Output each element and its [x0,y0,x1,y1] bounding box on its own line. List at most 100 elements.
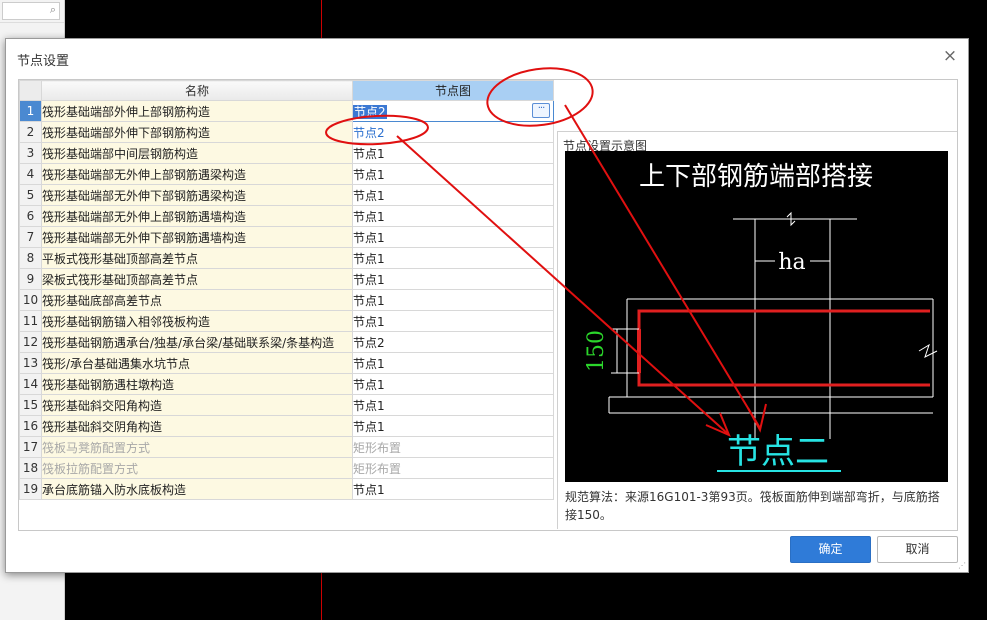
row-node-value[interactable]: 节点1 [352,268,554,290]
row-index[interactable]: 19 [19,478,42,500]
row-index[interactable]: 6 [19,205,42,227]
row-node-value[interactable]: 节点1 [352,247,554,269]
row-index[interactable]: 7 [19,226,42,248]
table-row[interactable]: 9 梁板式筏形基础顶部高差节点 节点1 [19,268,554,290]
row-node-value[interactable]: 节点2 [352,331,554,353]
row-name: 筏形基础钢筋遇柱墩构造 [41,373,353,395]
row-index[interactable]: 8 [19,247,42,269]
table-row[interactable]: 17 筏板马凳筋配置方式 矩形布置 [19,436,554,458]
row-name: 筏形基础端部无外伸下部钢筋遇墙构造 [41,226,353,248]
row-index[interactable]: 11 [19,310,42,332]
row-node-value[interactable]: 节点1 [352,226,554,248]
row-index[interactable]: 18 [19,457,42,479]
cancel-button[interactable]: 取消 [877,536,958,563]
header-node[interactable]: 节点图 [352,80,554,101]
panel-divider [0,22,64,23]
row-name: 筏形/承台基础遇集水坑节点 [41,352,353,374]
table-row[interactable]: 4 筏形基础端部无外伸上部钢筋遇梁构造 节点1 [19,163,554,185]
table-row[interactable]: 1 筏形基础端部外伸上部钢筋构造 节点2 ··· [19,100,554,122]
table-row[interactable]: 6 筏形基础端部无外伸上部钢筋遇墙构造 节点1 [19,205,554,227]
header-index [19,80,42,101]
row-name: 筏板拉筋配置方式 [41,457,353,479]
table-row[interactable]: 12 筏形基础钢筋遇承台/独基/承台梁/基础联系梁/条基构造 节点2 [19,331,554,353]
row-index[interactable]: 14 [19,373,42,395]
dialog-content: 名称 节点图 1 筏形基础端部外伸上部钢筋构造 节点2 ··· 2 筏形基础端部外伸下部钢… [18,79,958,531]
table-row[interactable]: 11 筏形基础钢筋锚入相邻筏板构造 节点1 [19,310,554,332]
node-value-text[interactable]: 节点2 [353,104,387,119]
row-name: 平板式筏形基础顶部高差节点 [41,247,353,269]
row-index[interactable]: 10 [19,289,42,311]
header-name[interactable]: 名称 [41,80,353,101]
ok-button[interactable]: 确定 [790,536,871,563]
table-row[interactable]: 14 筏形基础钢筋遇柱墩构造 节点1 [19,373,554,395]
cad-axis-line [321,0,322,40]
diagram-title: 上下部钢筋端部搭接 [639,162,873,192]
row-index[interactable]: 17 [19,436,42,458]
node-diagram: 上下部钢筋端部搭接 ha 150 节点二 [565,151,948,482]
row-name: 筏形基础斜交阴角构造 [41,415,353,437]
row-node-value[interactable]: 节点1 [352,163,554,185]
table-row[interactable]: 18 筏板拉筋配置方式 矩形布置 [19,457,554,479]
row-name: 筏形基础端部外伸上部钢筋构造 [41,100,353,122]
row-name: 筏形基础端部外伸下部钢筋构造 [41,121,353,143]
row-index[interactable]: 3 [19,142,42,164]
table-row[interactable]: 2 筏形基础端部外伸下部钢筋构造 节点2 [19,121,554,143]
row-node-value[interactable]: 节点1 [352,142,554,164]
row-node-value[interactable]: 节点1 [352,352,554,374]
row-index[interactable]: 4 [19,163,42,185]
rule-note: 规范算法：来源16G101-3第93页。筏板面筋伸到端部弯折，与底筋搭接150。 [565,490,940,522]
table-row[interactable]: 3 筏形基础端部中间层钢筋构造 节点1 [19,142,554,164]
table-row[interactable]: 19 承台底筋锚入防水底板构造 节点1 [19,478,554,500]
row-index[interactable]: 1 [19,100,42,122]
table-row[interactable]: 8 平板式筏形基础顶部高差节点 节点1 [19,247,554,269]
row-node-value[interactable]: 节点1 [352,310,554,332]
table-row[interactable]: 5 筏形基础端部无外伸下部钢筋遇梁构造 节点1 [19,184,554,206]
ellipsis-button[interactable]: ··· [532,103,550,118]
row-index[interactable]: 15 [19,394,42,416]
table-row[interactable]: 7 筏形基础端部无外伸下部钢筋遇墙构造 节点1 [19,226,554,248]
row-node-value[interactable]: 节点1 [352,394,554,416]
row-index[interactable]: 13 [19,352,42,374]
dialog-title: 节点设置 [17,54,70,69]
row-name: 筏形基础端部无外伸上部钢筋遇墙构造 [41,205,353,227]
row-node-value[interactable]: 节点2 [352,121,554,143]
row-name: 筏形基础斜交阳角构造 [41,394,353,416]
node-settings-dialog: 节点设置 × 名称 节点图 1 筏形基础端部外伸上部钢筋构造 节点2 ··· 2 筏形基础… [5,38,969,573]
row-name: 筏板马凳筋配置方式 [41,436,353,458]
row-name: 筏形基础端部无外伸下部钢筋遇梁构造 [41,184,353,206]
close-icon[interactable]: × [942,48,958,65]
row-node-value[interactable]: 矩形布置 [352,457,554,479]
search-icon[interactable]: ⌕ [50,3,56,17]
row-name: 梁板式筏形基础顶部高差节点 [41,268,353,290]
table-row[interactable]: 16 筏形基础斜交阴角构造 节点1 [19,415,554,437]
table-row[interactable]: 13 筏形/承台基础遇集水坑节点 节点1 [19,352,554,374]
diagram-node-label: 节点二 [727,432,829,472]
node-value-editor[interactable]: 节点2 ··· [352,100,554,122]
row-index[interactable]: 16 [19,415,42,437]
row-node-value[interactable]: 节点1 [352,415,554,437]
table-row[interactable]: 15 筏形基础斜交阳角构造 节点1 [19,394,554,416]
diagram-dim-150: 150 [584,330,609,372]
resize-grip[interactable]: ⋰ [958,562,966,570]
row-index[interactable]: 2 [19,121,42,143]
row-node-value[interactable]: 节点1 [352,289,554,311]
row-node-value[interactable]: 节点1 [352,478,554,500]
row-name: 筏形基础底部高差节点 [41,289,353,311]
table-row[interactable]: 10 筏形基础底部高差节点 节点1 [19,289,554,311]
row-name: 筏形基础端部无外伸上部钢筋遇梁构造 [41,163,353,185]
row-name: 筏形基础钢筋遇承台/独基/承台梁/基础联系梁/条基构造 [41,331,353,353]
row-index[interactable]: 9 [19,268,42,290]
row-index[interactable]: 12 [19,331,42,353]
row-index[interactable]: 5 [19,184,42,206]
row-name: 筏形基础钢筋锚入相邻筏板构造 [41,310,353,332]
row-node-value[interactable]: 节点1 [352,184,554,206]
row-node-value[interactable]: 节点1 [352,205,554,227]
row-node-value[interactable]: 矩形布置 [352,436,554,458]
search-input[interactable]: ⌕ [2,2,60,20]
diagram-dim-ha: ha [778,250,805,275]
row-name: 承台底筋锚入防水底板构造 [41,478,353,500]
node-settings-table: 名称 节点图 1 筏形基础端部外伸上部钢筋构造 节点2 ··· 2 筏形基础端部外伸下部钢… [19,80,554,500]
row-node-value[interactable]: 节点1 [352,373,554,395]
row-name: 筏形基础端部中间层钢筋构造 [41,142,353,164]
cad-axis-line [321,572,322,620]
